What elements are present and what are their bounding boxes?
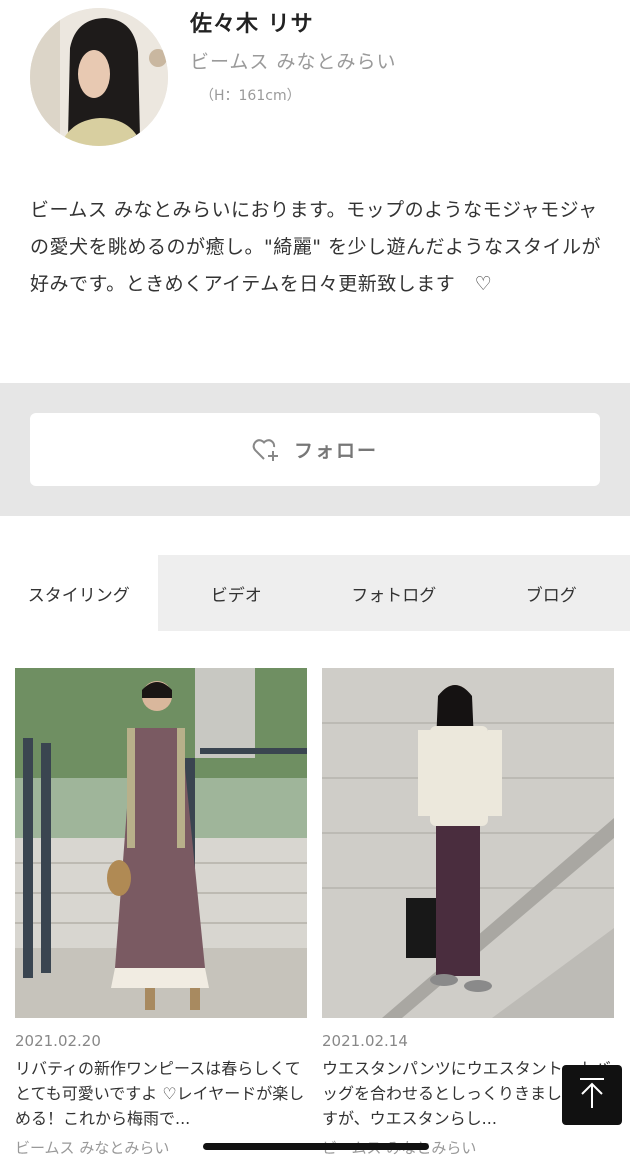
content-tabs: スタイリング ビデオ フォトログ ブログ [0, 555, 630, 631]
styling-photo[interactable] [322, 668, 614, 1018]
follow-label: フォロー [293, 440, 378, 462]
tab-styling[interactable]: スタイリング [0, 555, 158, 631]
tab-video[interactable]: ビデオ [158, 555, 316, 631]
post-date: 2021.02.14 [322, 1032, 408, 1050]
tab-photolog[interactable]: フォトログ [315, 555, 473, 631]
profile-section: 佐々木 リサ ビームス みなとみらい （H：161cm） ビームス みなとみらい… [0, 0, 630, 383]
tab-blog[interactable]: ブログ [473, 555, 630, 631]
avatar[interactable] [30, 8, 168, 146]
stylist-name: 佐々木 リサ [190, 12, 314, 37]
back-to-top-button[interactable] [562, 1065, 622, 1125]
styling-card[interactable]: 2021.02.20 リバティの新作ワンピースは春らしくてとても可愛いですよ ♡… [15, 668, 309, 1158]
arrow-up-icon [577, 1076, 607, 1114]
post-title[interactable]: リバティの新作ワンピースは春らしくてとても可愛いですよ ♡レイヤードが楽しめる！… [15, 1056, 309, 1131]
bio-text: ビームス みなとみらいにおります。モップのようなモジャモジャの愛犬を眺めるのが癒… [30, 199, 602, 295]
stylist-height: （H：161cm） [200, 88, 301, 104]
home-indicator [203, 1143, 429, 1150]
styling-photo[interactable] [15, 668, 307, 1018]
follow-button[interactable]: フォロー [30, 413, 600, 486]
follow-section: フォロー [0, 383, 630, 516]
post-date: 2021.02.20 [15, 1032, 101, 1050]
heart-plus-icon [252, 437, 280, 463]
shop-name[interactable]: ビームス みなとみらい [190, 47, 396, 74]
